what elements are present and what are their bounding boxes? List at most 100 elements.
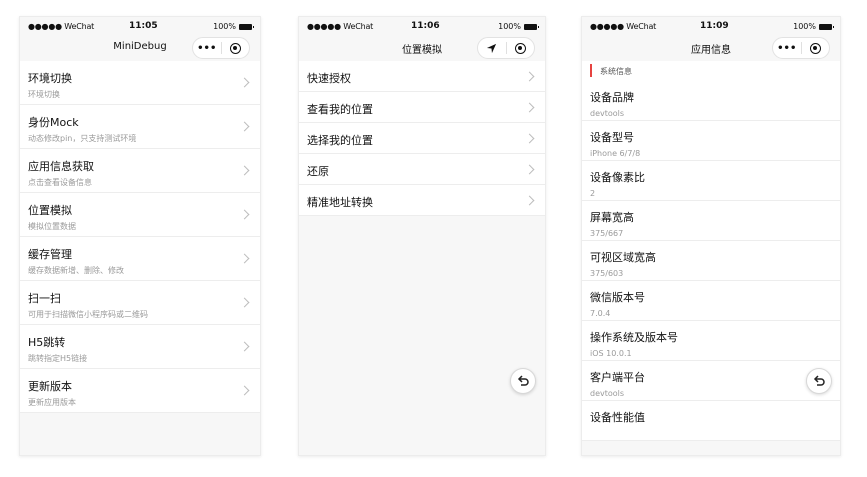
back-button[interactable]	[510, 368, 536, 394]
more-button[interactable]: •••	[773, 38, 801, 58]
item-subtitle: 跳转指定H5链接	[28, 354, 88, 363]
menu-item-env-switch[interactable]: 环境切换 环境切换	[20, 61, 260, 105]
info-item-wechat-version: 微信版本号 7.0.4	[582, 281, 840, 321]
item-subtitle: 更新应用版本	[28, 398, 76, 407]
menu-item-app-info[interactable]: 应用信息获取 点击查看设备信息	[20, 149, 260, 193]
info-item-viewport-size: 可视区域宽高 375/603	[582, 241, 840, 281]
menu-item-view-my-location[interactable]: 查看我的位置	[299, 92, 545, 123]
battery-percent: 100%	[793, 22, 816, 31]
info-value: devtools	[590, 389, 625, 398]
menu-item-restore[interactable]: 还原	[299, 154, 545, 185]
location-menu-list: 快速授权 查看我的位置 选择我的位置 还原 精准地址转换	[299, 61, 545, 216]
item-subtitle: 模拟位置数据	[28, 222, 76, 231]
battery-percent: 100%	[498, 22, 521, 31]
record-target-icon	[809, 42, 821, 54]
menu-item-cache-manage[interactable]: 缓存管理 缓存数据新增、删除、修改	[20, 237, 260, 281]
item-title: 位置模拟	[28, 204, 72, 217]
battery-icon	[819, 23, 834, 30]
section-title: 系统信息	[600, 67, 632, 76]
info-item-device-performance: 设备性能值	[582, 401, 840, 441]
menu-item-identity-mock[interactable]: 身份Mock 动态修改pin，只支持测试环境	[20, 105, 260, 149]
status-bar: ●●●●● WeChat 11:06 100%	[299, 17, 545, 35]
close-button[interactable]	[222, 38, 250, 58]
item-title: 快速授权	[307, 72, 351, 85]
back-button[interactable]	[806, 368, 832, 394]
nav-bar: 位置模拟	[299, 35, 545, 61]
close-button[interactable]	[507, 38, 535, 58]
info-label: 设备性能值	[590, 411, 645, 424]
menu-item-location-mock[interactable]: 位置模拟 模拟位置数据	[20, 193, 260, 237]
app-info-screen: ●●●●● WeChat 11:09 100% 应用信息 ••• 系统信息 设备…	[581, 16, 841, 456]
menu-item-precise-address[interactable]: 精准地址转换	[299, 185, 545, 216]
info-value: devtools	[590, 109, 625, 118]
info-label: 设备型号	[590, 131, 634, 144]
more-button[interactable]: •••	[193, 38, 221, 58]
section-accent-bar	[590, 64, 592, 77]
info-label: 可视区域宽高	[590, 251, 656, 264]
location-arrow-icon	[487, 43, 497, 53]
item-subtitle: 环境切换	[28, 90, 60, 99]
menu-list: 环境切换 环境切换 身份Mock 动态修改pin，只支持测试环境 应用信息获取 …	[20, 61, 260, 413]
item-subtitle: 动态修改pin，只支持测试环境	[28, 134, 137, 143]
menu-item-update-version[interactable]: 更新版本 更新应用版本	[20, 369, 260, 413]
info-value: 375/667	[590, 229, 624, 238]
info-item-screen-size: 屏幕宽高 375/667	[582, 201, 840, 241]
more-dots-icon: •••	[777, 42, 797, 54]
info-label: 操作系统及版本号	[590, 331, 678, 344]
battery-indicator: 100%	[213, 22, 254, 31]
battery-icon	[239, 23, 254, 30]
more-dots-icon: •••	[197, 42, 217, 54]
record-target-icon	[514, 42, 526, 54]
carrier-label: ●●●●● WeChat	[590, 22, 657, 31]
status-time: 11:06	[411, 21, 440, 31]
item-title: 选择我的位置	[307, 134, 373, 147]
info-label: 客户端平台	[590, 371, 645, 384]
info-label: 设备像素比	[590, 171, 645, 184]
back-arrow-icon	[813, 375, 825, 386]
menu-item-scan[interactable]: 扫一扫 可用于扫描微信小程序码或二维码	[20, 281, 260, 325]
info-label: 设备品牌	[590, 91, 634, 104]
battery-percent: 100%	[213, 22, 236, 31]
menu-item-h5-jump[interactable]: H5跳转 跳转指定H5链接	[20, 325, 260, 369]
item-title: 还原	[307, 165, 329, 178]
carrier-label: ●●●●● WeChat	[307, 22, 374, 31]
section-header: 系统信息	[582, 61, 840, 81]
info-value: 7.0.4	[590, 309, 611, 318]
location-button[interactable]	[478, 38, 506, 58]
item-title: 查看我的位置	[307, 103, 373, 116]
info-list: 设备品牌 devtools 设备型号 iPhone 6/7/8 设备像素比 2 …	[582, 81, 840, 441]
battery-icon	[524, 23, 539, 30]
carrier-label: ●●●●● WeChat	[28, 22, 95, 31]
item-title: 更新版本	[28, 380, 72, 393]
info-item-device-brand: 设备品牌 devtools	[582, 81, 840, 121]
battery-indicator: 100%	[498, 22, 539, 31]
info-item-device-model: 设备型号 iPhone 6/7/8	[582, 121, 840, 161]
item-subtitle: 缓存数据新增、删除、修改	[28, 266, 124, 275]
back-arrow-icon	[517, 375, 529, 386]
menu-item-choose-my-location[interactable]: 选择我的位置	[299, 123, 545, 154]
item-title: 缓存管理	[28, 248, 72, 261]
menu-capsule: •••	[772, 37, 830, 59]
close-button[interactable]	[802, 38, 830, 58]
info-item-os-version: 操作系统及版本号 iOS 10.0.1	[582, 321, 840, 361]
info-item-client-platform: 客户端平台 devtools	[582, 361, 840, 401]
location-mock-screen: ●●●●● WeChat 11:06 100% 位置模拟 快速授权 查看我的位置…	[298, 16, 546, 456]
nav-bar: 应用信息 •••	[582, 35, 840, 61]
nav-bar: MiniDebug •••	[20, 35, 260, 61]
item-subtitle: 可用于扫描微信小程序码或二维码	[28, 310, 148, 319]
item-title: 精准地址转换	[307, 196, 373, 209]
info-item-pixel-ratio: 设备像素比 2	[582, 161, 840, 201]
menu-item-quick-auth[interactable]: 快速授权	[299, 61, 545, 92]
item-subtitle: 点击查看设备信息	[28, 178, 92, 187]
info-value: 375/603	[590, 269, 624, 278]
minidebug-screen: ●●●●● WeChat 11:05 100% MiniDebug ••• 环境…	[19, 16, 261, 456]
info-value: 2	[590, 189, 596, 198]
item-title: 身份Mock	[28, 116, 79, 129]
item-title: H5跳转	[28, 336, 66, 349]
info-value: iPhone 6/7/8	[590, 149, 641, 158]
record-target-icon	[229, 42, 241, 54]
info-label: 微信版本号	[590, 291, 645, 304]
info-value: iOS 10.0.1	[590, 349, 632, 358]
item-title: 应用信息获取	[28, 160, 94, 173]
status-bar: ●●●●● WeChat 11:09 100%	[582, 17, 840, 35]
